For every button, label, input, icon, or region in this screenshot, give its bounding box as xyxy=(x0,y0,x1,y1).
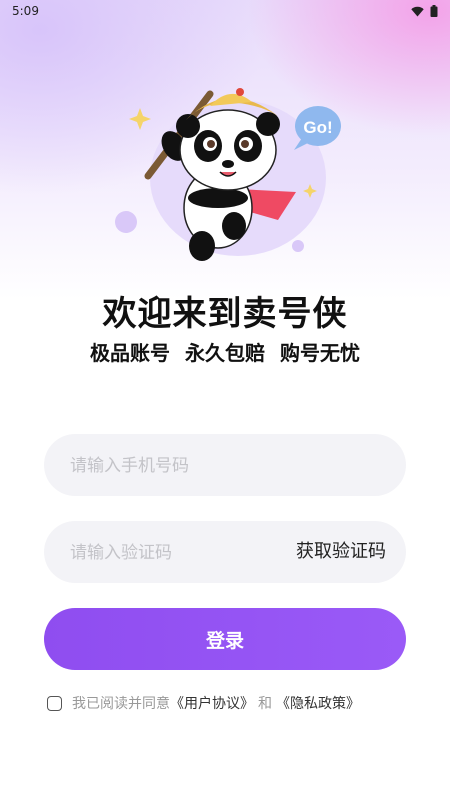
agreement-row: 我已阅读并同意 《用户协议》 和 《隐私政策》 xyxy=(47,692,360,714)
battery-icon xyxy=(430,5,438,17)
status-bar: 5:09 xyxy=(0,0,450,22)
panda-mascot-illustration: Go! xyxy=(115,88,341,261)
get-code-button[interactable]: 获取验证码 xyxy=(296,521,386,583)
privacy-policy-link[interactable]: 《隐私政策》 xyxy=(276,693,360,713)
status-icons xyxy=(411,5,438,17)
verification-code-input[interactable] xyxy=(68,521,272,585)
code-field-container: 获取验证码 xyxy=(44,521,406,585)
user-agreement-link[interactable]: 《用户协议》 xyxy=(170,693,254,713)
phone-field-container xyxy=(44,434,406,498)
login-button[interactable]: 登录 xyxy=(44,608,406,670)
svg-text:Go!: Go! xyxy=(303,118,332,137)
agreement-prefix: 我已阅读并同意 xyxy=(72,696,170,712)
phone-input[interactable] xyxy=(68,434,382,498)
welcome-title: 欢迎来到卖号侠 xyxy=(102,294,348,334)
go-speech-bubble: Go! xyxy=(294,106,341,150)
slogan-text: 极品账号 永久包赔 购号无忧 xyxy=(90,341,360,365)
agree-checkbox[interactable] xyxy=(47,695,62,711)
agreement-and: 和 xyxy=(258,696,272,712)
status-time: 5:09 xyxy=(12,4,39,18)
wifi-icon xyxy=(411,6,424,16)
